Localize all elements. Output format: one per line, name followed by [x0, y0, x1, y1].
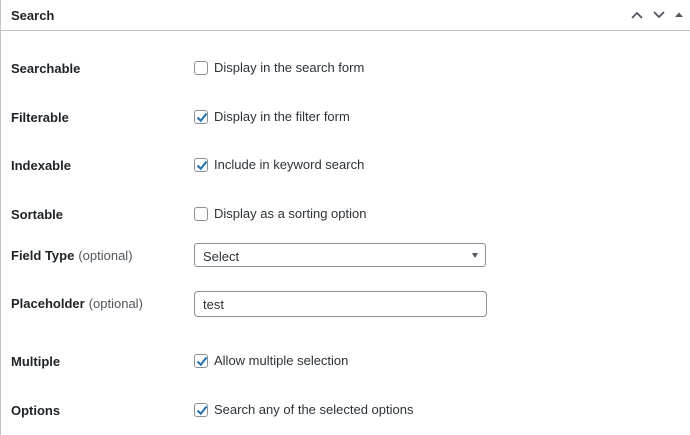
checkmark-icon [196, 405, 208, 415]
row-multiple: Multiple Allow multiple selection [1, 346, 690, 376]
row-searchable: Searchable Display in the search form [1, 53, 690, 83]
sortable-option: Display as a sorting option [194, 206, 366, 221]
options-option: Search any of the selected options [194, 402, 413, 417]
row-placeholder: Placeholder (optional) [1, 291, 690, 321]
checkmark-icon [196, 160, 208, 170]
field-type-optional-hint: (optional) [78, 248, 133, 263]
indexable-option: Include in keyword search [194, 157, 364, 172]
field-type-label: Field Type (optional) [11, 248, 133, 263]
row-field-type: Field Type (optional) Select [1, 243, 690, 273]
checkmark-icon [196, 112, 208, 122]
sortable-checkbox-label[interactable]: Display as a sorting option [214, 206, 366, 221]
placeholder-label-text: Placeholder [11, 296, 85, 311]
options-label: Options [11, 403, 61, 418]
toggle-panel-button[interactable] [670, 6, 688, 24]
field-type-selected-value: Select [203, 249, 240, 264]
searchable-checkbox[interactable] [194, 60, 208, 75]
row-sortable: Sortable Display as a sorting option [1, 199, 690, 229]
indexable-label: Indexable [11, 158, 71, 173]
triangle-up-icon [675, 12, 683, 17]
chevron-up-icon [631, 11, 643, 19]
panel-title: Search [11, 8, 55, 23]
panel-header: Search [1, 0, 690, 31]
searchable-checkbox-label[interactable]: Display in the search form [214, 60, 364, 75]
dropdown-arrow-icon [472, 253, 478, 258]
filterable-checkbox-label[interactable]: Display in the filter form [214, 109, 350, 124]
move-down-button[interactable] [650, 6, 668, 24]
options-checkbox[interactable] [194, 402, 208, 417]
placeholder-optional-hint: (optional) [88, 296, 143, 311]
sortable-checkbox[interactable] [194, 206, 208, 221]
row-options: Options Search any of the selected optio… [1, 395, 690, 425]
filterable-label: Filterable [11, 110, 69, 125]
row-filterable: Filterable Display in the filter form [1, 102, 690, 132]
search-settings-panel: Search Searchable Display in the search … [0, 0, 690, 435]
options-checkbox-label[interactable]: Search any of the selected options [214, 402, 413, 417]
multiple-checkbox-label[interactable]: Allow multiple selection [214, 353, 348, 368]
multiple-option: Allow multiple selection [194, 353, 348, 368]
indexable-checkbox[interactable] [194, 157, 208, 172]
row-indexable: Indexable Include in keyword search [1, 150, 690, 180]
filterable-option: Display in the filter form [194, 109, 350, 124]
move-up-button[interactable] [628, 6, 646, 24]
searchable-label: Searchable [11, 61, 81, 76]
multiple-checkbox[interactable] [194, 353, 208, 368]
field-type-label-text: Field Type [11, 248, 75, 263]
indexable-checkbox-label[interactable]: Include in keyword search [214, 157, 364, 172]
placeholder-input[interactable] [194, 291, 487, 317]
checkmark-icon [196, 356, 208, 366]
filterable-checkbox[interactable] [194, 109, 208, 124]
chevron-down-icon [653, 11, 665, 19]
field-type-select[interactable]: Select [194, 243, 486, 267]
searchable-option: Display in the search form [194, 60, 364, 75]
multiple-label: Multiple [11, 354, 61, 369]
sortable-label: Sortable [11, 207, 64, 222]
placeholder-label: Placeholder (optional) [11, 296, 143, 311]
